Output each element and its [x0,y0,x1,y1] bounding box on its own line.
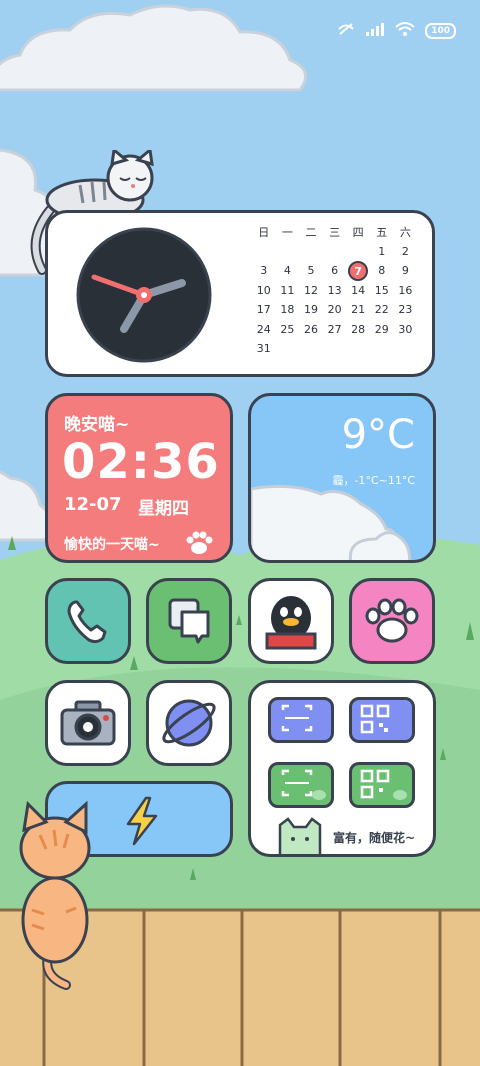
today-marker: 7 [348,260,369,281]
calendar-day-cell: 6 [331,264,339,278]
analog-clock [76,227,212,363]
qq-penguin-icon [265,596,317,650]
calendar-day-cell: 25 [280,322,295,336]
orange-cat-decoration [19,800,91,990]
weekday-text: 星期四 [138,499,189,519]
messages-app[interactable] [146,578,232,664]
paw-app-icon [365,598,419,643]
calendar-grid: 日一二三四五六 1 2 3 4 5 6 7 8 9 10 11 12 13 14 15 16 17 18 19 20 21… [252,222,422,359]
calendar-day-cell: 13 [327,283,342,297]
battery-indicator: 100 [425,22,456,39]
no-sim-icon [337,22,355,39]
calendar-week-row: 12 [252,242,422,262]
calendar-day-cell: 15 [374,283,389,297]
home-screen: 100 日一二三四五六 1 2 3 4 5 6 7 8 9 10 11 12 13 14 15 16 17 18 19… [0,0,480,1066]
weekday-label: 三 [329,225,341,239]
calendar-week-row: 17 18 19 20 21 22 23 [252,300,422,320]
calendar-week-row: 24 25 26 27 28 29 30 [252,320,422,340]
camera-icon [60,700,116,746]
alipay-pay-code-button[interactable] [349,697,415,743]
time-widget[interactable]: 晚安喵~ 02:36 12-07 星期四 愉快的一天喵~ [45,393,233,563]
calendar-day-cell: 17 [256,303,271,317]
weekday-label: 二 [305,225,317,239]
date-text: 12-07 [64,494,122,515]
calendar-day-cell: 2 [401,244,409,258]
calendar-day-cell: 8 [378,264,386,278]
status-bar: 100 [337,22,456,39]
calendar-day-cell: 21 [351,303,366,317]
calendar-day-cell: 12 [303,283,318,297]
signal-icon [365,22,385,39]
calendar-week-row: 31 [252,339,422,359]
messages-icon [168,598,210,644]
wechat-scan-button[interactable] [268,762,334,808]
calendar-today-cell: 7 [346,260,370,281]
cat-icon [278,817,322,854]
calendar-week-row: 10 11 12 13 14 15 16 [252,281,422,301]
weekday-label: 五 [376,225,388,239]
weather-widget[interactable]: 9°C 霾，-1°C~11°C [248,393,436,563]
wifi-icon [395,22,415,39]
calendar-day-cell: 26 [303,322,318,336]
lightning-icon [126,796,158,846]
alipay-scan-button[interactable] [268,697,334,743]
calendar-week-row: 3 4 5 678 9 [252,260,422,281]
browser-app[interactable] [146,680,232,766]
calendar-day-cell: 10 [256,283,271,297]
phone-app[interactable] [45,578,131,664]
calendar-day-cell: 3 [260,264,268,278]
browser-planet-icon [162,699,216,747]
time-display: 02:36 [62,434,220,490]
calendar-day-cell: 16 [398,283,413,297]
calendar-day-cell: 29 [374,322,389,336]
scan-icon [281,769,326,800]
calendar-day-cell: 9 [401,264,409,278]
pay-caption: 富有，随便花~ [333,831,416,845]
calendar-day-cell: 14 [351,283,366,297]
calendar-day-cell: 24 [256,322,271,336]
calendar-day-cell: 27 [327,322,342,336]
calendar-day-cell: 11 [280,283,295,297]
calendar-day-cell: 22 [374,303,389,317]
calendar-day-cell: 20 [327,303,342,317]
greeting-text: 晚安喵~ [64,415,130,435]
temperature-text: 9°C [341,412,415,458]
calendar-day-cell: 23 [398,303,413,317]
slogan-text: 愉快的一天喵~ [64,537,160,553]
paw-icon [186,531,213,554]
pay-shortcuts-widget[interactable]: 富有，随便花~ [248,680,436,857]
wechat-pay-code-button[interactable] [349,762,415,808]
calendar-day-cell: 5 [307,264,315,278]
qr-code-icon [360,704,390,734]
qq-app[interactable] [248,578,334,664]
weekday-label: 一 [281,225,293,239]
weekday-label: 日 [258,225,270,239]
weekday-label: 六 [399,225,411,239]
cloud-icon [251,484,412,560]
phone-icon [67,600,107,644]
camera-app[interactable] [45,680,131,766]
paw-app[interactable] [349,578,435,664]
qr-code-icon [360,769,407,800]
calendar-day-cell: 19 [303,303,318,317]
calendar-weekday-header: 日一二三四五六 [252,222,422,242]
calendar-day-cell: 30 [398,322,413,336]
weekday-label: 四 [352,225,364,239]
scan-icon [281,704,313,732]
calendar-day-cell: 4 [283,264,291,278]
calendar-day-cell: 28 [351,322,366,336]
calendar-day-cell: 18 [280,303,295,317]
calendar-day-cell: 1 [378,244,386,258]
calendar-day-cell: 31 [256,342,271,356]
